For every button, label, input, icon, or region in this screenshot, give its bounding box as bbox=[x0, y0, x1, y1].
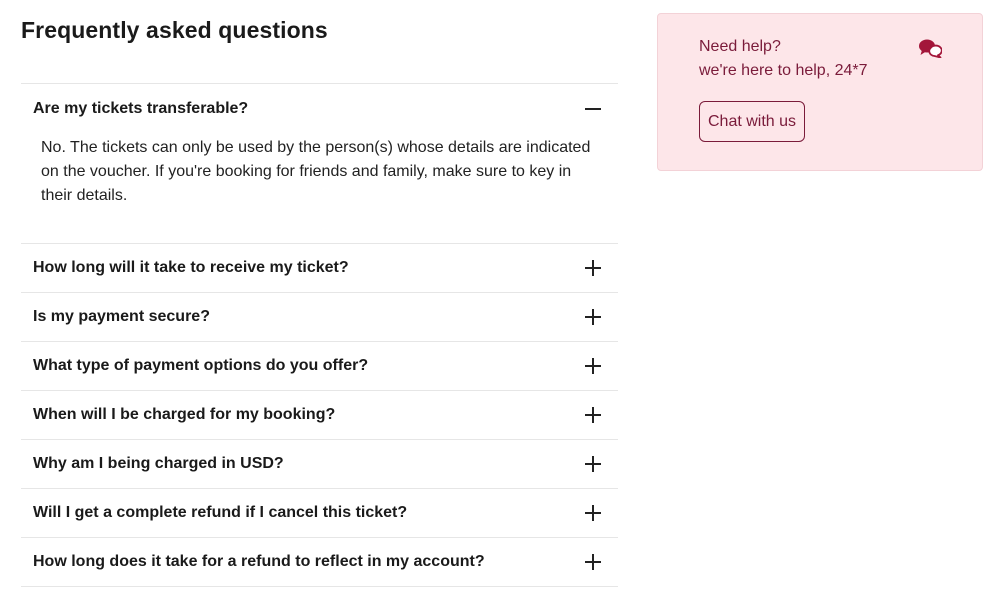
help-title: Need help? bbox=[699, 38, 781, 55]
faq-question-row[interactable]: Will I get a complete refund if I cancel… bbox=[21, 489, 618, 537]
chat-bubbles-icon bbox=[919, 39, 942, 58]
faq-item: Why am I being charged in USD? bbox=[21, 440, 618, 489]
faq-question-row[interactable]: Is my payment secure? bbox=[21, 293, 618, 341]
faq-question-row[interactable]: Are my tickets transferable? bbox=[21, 84, 618, 134]
help-card: Need help? we're here to help, 24*7 Chat… bbox=[657, 13, 983, 171]
faq-item: What type of payment options do you offe… bbox=[21, 342, 618, 391]
plus-icon[interactable] bbox=[584, 406, 602, 424]
faq-question: Will I get a complete refund if I cancel… bbox=[33, 504, 408, 521]
faq-item: Are my tickets transferable? No. The tic… bbox=[21, 84, 618, 244]
chat-with-us-button[interactable]: Chat with us bbox=[699, 101, 806, 142]
faq-section: Frequently asked questions Are my ticket… bbox=[21, 0, 618, 587]
plus-icon[interactable] bbox=[584, 308, 602, 326]
faq-question-row[interactable]: How long does it take for a refund to re… bbox=[21, 538, 618, 586]
minus-icon[interactable] bbox=[584, 100, 602, 118]
faq-question: When will I be charged for my booking? bbox=[33, 406, 336, 423]
faq-question: Are my tickets transferable? bbox=[33, 100, 249, 117]
faq-question-row[interactable]: Why am I being charged in USD? bbox=[21, 440, 618, 488]
plus-icon[interactable] bbox=[584, 553, 602, 571]
faq-item: Is my payment secure? bbox=[21, 293, 618, 342]
faq-question: How long does it take for a refund to re… bbox=[33, 553, 485, 570]
plus-icon[interactable] bbox=[584, 504, 602, 522]
faq-item: How long will it take to receive my tick… bbox=[21, 244, 618, 293]
faq-question: How long will it take to receive my tick… bbox=[33, 259, 349, 276]
faq-question-row[interactable]: When will I be charged for my booking? bbox=[21, 391, 618, 439]
faq-question: What type of payment options do you offe… bbox=[33, 357, 369, 374]
faq-question: Why am I being charged in USD? bbox=[33, 455, 284, 472]
plus-icon[interactable] bbox=[584, 455, 602, 473]
faq-item: Will I get a complete refund if I cancel… bbox=[21, 489, 618, 538]
help-subtitle: we're here to help, 24*7 bbox=[699, 62, 868, 79]
faq-item: How long does it take for a refund to re… bbox=[21, 538, 618, 587]
page: Frequently asked questions Are my ticket… bbox=[0, 0, 1000, 600]
faq-question: Is my payment secure? bbox=[33, 308, 210, 325]
faq-title: Frequently asked questions bbox=[21, 0, 618, 84]
faq-answer: No. The tickets can only be used by the … bbox=[41, 139, 591, 204]
plus-icon[interactable] bbox=[584, 259, 602, 277]
faq-question-row[interactable]: How long will it take to receive my tick… bbox=[21, 244, 618, 292]
faq-question-row[interactable]: What type of payment options do you offe… bbox=[21, 342, 618, 390]
plus-icon[interactable] bbox=[584, 357, 602, 375]
faq-item: When will I be charged for my booking? bbox=[21, 391, 618, 440]
